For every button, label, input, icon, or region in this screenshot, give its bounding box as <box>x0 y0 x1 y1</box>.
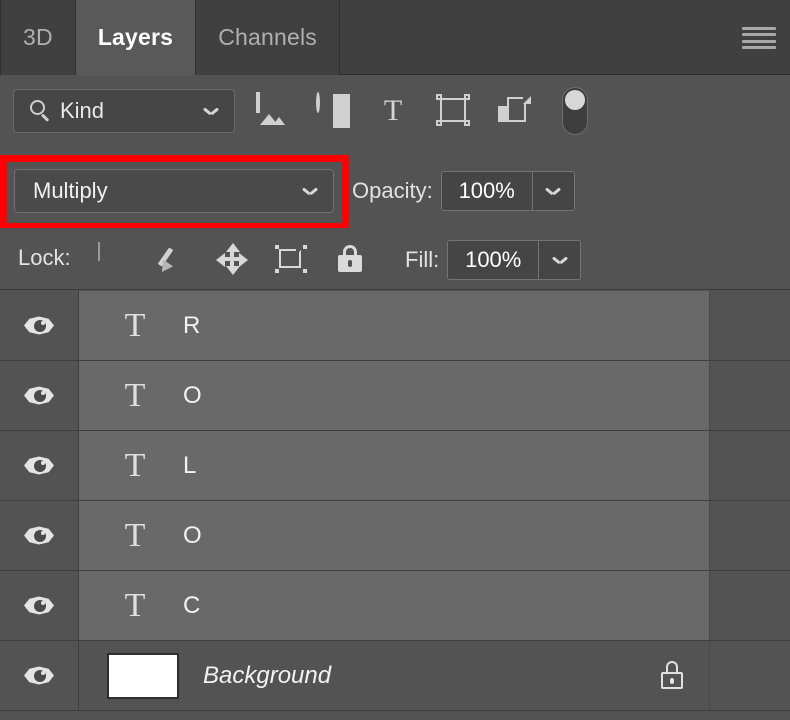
menu-line <box>742 39 776 43</box>
layer-row-rail <box>750 641 790 710</box>
type-layer-icon: T <box>124 516 146 554</box>
filter-kind-dropdown[interactable]: Kind <box>13 89 235 133</box>
panel-tab-bar: 3D Layers Channels <box>0 0 790 75</box>
fill-label: Fill: <box>405 247 440 272</box>
menu-line <box>742 27 776 30</box>
filter-adjustment-layers-button[interactable] <box>316 92 350 128</box>
filter-enable-toggle[interactable] <box>562 87 588 135</box>
lock-artboard-nesting-button[interactable] <box>275 243 307 275</box>
tab-layers-label: Layers <box>97 24 174 50</box>
opacity-label: Opacity: <box>352 178 433 203</box>
opacity-dropdown-button[interactable] <box>532 171 575 211</box>
table-row[interactable]: T O <box>0 361 790 431</box>
layer-visibility-cell[interactable] <box>0 431 79 500</box>
fill-dropdown-button[interactable] <box>539 240 582 280</box>
lock-image-pixels-button[interactable] <box>156 243 189 276</box>
lock-transparent-pixels-button[interactable] <box>98 242 130 275</box>
layer-visibility-cell[interactable] <box>0 291 79 360</box>
lock-all-button[interactable] <box>334 243 366 275</box>
layer-content[interactable]: T O <box>79 361 710 430</box>
table-row[interactable]: Background <box>0 641 790 711</box>
filter-kind-label: Kind <box>60 98 105 123</box>
filter-smart-objects-button[interactable] <box>496 94 531 128</box>
image-icon <box>256 92 260 113</box>
opacity-control: Opacity: 100% <box>352 169 575 213</box>
eye-icon[interactable] <box>24 596 54 616</box>
menu-line <box>742 33 776 37</box>
tab-list: 3D Layers Channels <box>0 0 340 75</box>
filter-type-buttons: T <box>256 87 588 135</box>
table-row[interactable]: T L <box>0 431 790 501</box>
fill-input[interactable]: 100% <box>447 240 540 280</box>
opacity-input[interactable]: 100% <box>440 171 533 211</box>
type-layer-icon: T <box>124 306 146 344</box>
layer-name: C <box>183 591 201 619</box>
type-layer-icon: T <box>124 586 146 624</box>
chevron-down-icon <box>204 107 218 116</box>
blend-mode-row: Multiply Opacity: 100% <box>0 155 790 228</box>
eye-icon[interactable] <box>24 526 54 546</box>
hamburger-menu-icon[interactable] <box>742 23 776 53</box>
adjustment-half-circle-icon <box>316 92 320 113</box>
layer-list[interactable]: T R T O T L T O T C Background <box>0 291 790 720</box>
layers-panel: 3D Layers Channels Kind T Multiply Opaci… <box>0 0 790 720</box>
filter-pixel-layers-button[interactable] <box>256 92 290 128</box>
type-layer-icon: T <box>124 446 146 484</box>
filter-shape-layers-button[interactable] <box>436 94 470 128</box>
filter-bar: Kind T <box>0 75 790 155</box>
eye-icon[interactable] <box>24 316 54 336</box>
chevron-down-icon <box>546 187 560 196</box>
checkerboard-icon <box>98 242 100 261</box>
layer-visibility-cell[interactable] <box>0 501 79 570</box>
filter-type-layers-button[interactable]: T <box>376 94 410 128</box>
menu-line <box>742 45 776 49</box>
chevron-down-icon <box>303 187 317 196</box>
layer-visibility-cell[interactable] <box>0 571 79 640</box>
layer-row-rail <box>750 291 790 360</box>
layer-locked-icon <box>659 660 685 691</box>
tab-layers[interactable]: Layers <box>75 0 197 75</box>
fill-control: Fill: 100% <box>405 238 582 282</box>
tab-3d[interactable]: 3D <box>0 0 76 75</box>
blend-mode-dropdown[interactable]: Multiply <box>14 169 334 213</box>
layer-content[interactable]: T C <box>79 571 710 640</box>
type-layer-icon: T <box>124 376 146 414</box>
eye-icon[interactable] <box>24 456 54 476</box>
layer-thumbnail <box>107 652 179 699</box>
toggle-knob <box>565 90 585 110</box>
tab-channels[interactable]: Channels <box>196 0 340 75</box>
eye-icon[interactable] <box>24 386 54 406</box>
layer-row-rail <box>750 501 790 570</box>
layer-name: R <box>183 311 201 339</box>
lock-buttons <box>98 240 366 278</box>
layer-content[interactable]: Background <box>79 641 710 710</box>
eye-icon[interactable] <box>24 666 54 686</box>
layer-name: O <box>183 521 202 549</box>
layer-visibility-cell[interactable] <box>0 641 79 710</box>
layer-content[interactable]: T L <box>79 431 710 500</box>
layer-content[interactable]: T O <box>79 501 710 570</box>
tab-channels-label: Channels <box>218 24 317 50</box>
table-row[interactable]: T C <box>0 571 790 641</box>
chevron-down-icon <box>553 256 567 265</box>
layer-row-rail <box>750 571 790 640</box>
table-row[interactable]: T R <box>0 291 790 361</box>
blend-mode-value: Multiply <box>33 178 108 203</box>
search-icon <box>30 100 52 122</box>
lock-label: Lock: <box>18 245 71 270</box>
layer-name: O <box>183 381 202 409</box>
layer-name: L <box>183 451 197 479</box>
lock-row: Lock: Fill: 100% <box>0 228 790 290</box>
lock-position-button[interactable] <box>216 243 248 275</box>
layer-name: Background <box>203 661 332 689</box>
layer-row-rail <box>750 431 790 500</box>
shape-frame-icon <box>440 98 466 122</box>
type-t-icon: T <box>383 94 403 127</box>
layer-row-rail <box>750 361 790 430</box>
table-row[interactable]: T O <box>0 501 790 571</box>
layer-visibility-cell[interactable] <box>0 361 79 430</box>
layer-content[interactable]: T R <box>79 291 710 360</box>
tab-3d-label: 3D <box>23 24 53 50</box>
